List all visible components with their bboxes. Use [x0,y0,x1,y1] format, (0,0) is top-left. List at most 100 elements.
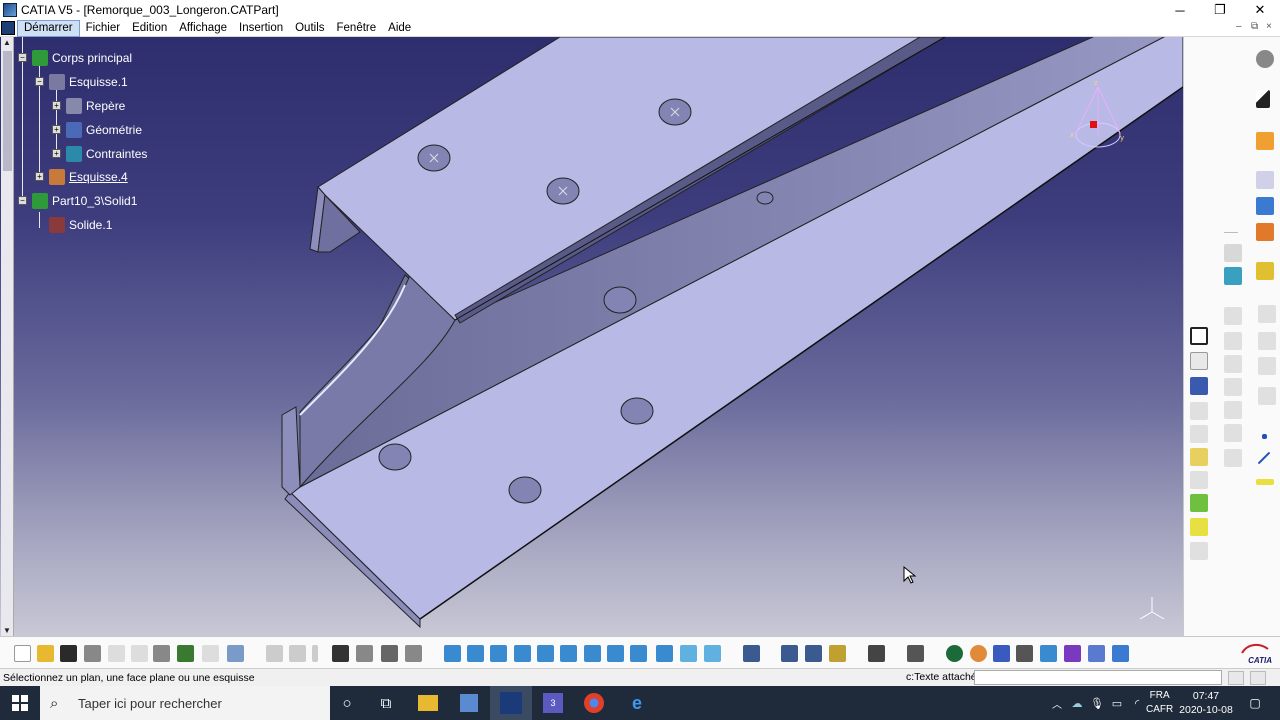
menu-fichier[interactable]: Fichier [80,20,127,37]
formula-icon[interactable] [266,645,283,662]
new-icon[interactable] [14,645,31,662]
teams-icon[interactable]: 3 [543,693,563,713]
list-icon[interactable] [1088,645,1105,662]
open-icon[interactable] [37,645,54,662]
pad-icon[interactable] [1256,223,1274,241]
target-icon[interactable] [1224,424,1242,442]
scrollbar-thumb[interactable] [3,51,12,171]
command-input[interactable] [974,670,1222,685]
chrome-icon[interactable] [584,693,604,713]
expand-toggle[interactable]: + [52,125,61,134]
scroll-up-arrow-icon[interactable]: ▲ [3,38,11,47]
expand-toggle[interactable]: + [52,101,61,110]
tree-node-contraintes[interactable]: Contraintes [66,143,147,165]
select-arrow-icon[interactable] [1256,90,1270,108]
hide-show-icon[interactable] [680,645,697,662]
cube-view-icon[interactable] [1040,645,1057,662]
orbit-icon[interactable] [514,645,531,662]
start-button[interactable] [0,686,40,720]
print-icon[interactable] [84,645,101,662]
rib-icon[interactable] [1190,327,1208,345]
tree-node-geometrie[interactable]: Géométrie [66,119,142,141]
collapse-toggle[interactable]: − [18,196,27,205]
thickness-icon[interactable] [1190,448,1208,466]
redo-icon[interactable] [202,645,219,662]
remove-loft-icon[interactable] [1190,425,1208,443]
point-icon[interactable] [1262,434,1267,439]
hand-icon[interactable] [970,645,987,662]
taskbar-search-box[interactable]: ⌕ Taper ici pour rechercher [40,686,330,720]
edge-icon[interactable]: e [626,692,648,714]
expand-toggle[interactable]: + [35,172,44,181]
mdi-close-button[interactable]: × [1266,21,1272,32]
plane-icon[interactable] [1256,479,1274,485]
tree-node-solide-1[interactable]: Solide.1 [49,214,112,236]
copy-icon[interactable] [131,645,148,662]
multi-view-icon[interactable] [607,645,624,662]
battery-icon[interactable]: ▭ [1106,692,1128,714]
menu-edition[interactable]: Edition [126,20,173,37]
chamfer-icon[interactable] [1224,355,1242,373]
sync-icon[interactable] [946,645,963,662]
tree-node-corps-principal[interactable]: Corps principal [32,47,132,69]
table-icon[interactable] [332,645,349,662]
numeric-icon[interactable] [1016,645,1033,662]
collapse-toggle[interactable]: − [35,77,44,86]
language-indicator[interactable]: FRA CAFR [1146,689,1173,717]
cut-icon[interactable] [108,645,125,662]
boolean-icon[interactable] [1258,305,1276,323]
cortana-icon[interactable]: ○ [336,692,358,714]
task-view-icon[interactable]: ⧉ [375,692,397,714]
graph-icon[interactable] [356,645,373,662]
wifi-icon[interactable]: ◜ [1126,692,1148,714]
slot-icon[interactable] [1190,352,1208,370]
minimize-button[interactable]: ─ [1160,0,1200,20]
knowledge-icon[interactable] [289,645,306,662]
status-button-1[interactable] [1228,671,1244,685]
tree-node-esquisse-4[interactable]: Esquisse.4 [49,166,128,188]
restore-button[interactable]: ❐ [1200,0,1240,20]
grid-icon[interactable] [1258,357,1276,375]
collapse-toggle[interactable]: − [18,53,27,62]
microphone-icon[interactable]: 🎙 [1086,692,1108,714]
draft-icon[interactable] [1190,518,1208,536]
close-button[interactable]: ✕ [1240,0,1280,20]
notifications-icon[interactable]: ▢ [1244,692,1266,714]
show-hidden-icons-icon[interactable]: ︿ [1046,692,1068,714]
measure-between-icon[interactable] [781,645,798,662]
capture-icon[interactable] [868,645,885,662]
mirror-icon[interactable] [1224,378,1242,396]
pattern-icon[interactable] [1224,401,1242,419]
split-icon[interactable] [1190,542,1208,560]
menu-demarrer[interactable]: Démarrer [17,19,80,37]
menu-outils[interactable]: Outils [289,20,330,37]
reference-icon[interactable] [1258,387,1276,405]
mdi-restore-button[interactable]: ⧉ [1251,21,1258,32]
iso-view-icon[interactable] [630,645,647,662]
cube-icon[interactable] [1190,494,1208,512]
whats-this-icon[interactable] [227,645,244,662]
document-menu-icon[interactable] [1,21,15,35]
measure-icon[interactable] [1256,197,1274,215]
rotate-icon[interactable] [490,645,507,662]
sketch-edit-icon[interactable] [1256,132,1274,150]
fillet-icon[interactable] [1224,332,1242,350]
mdi-minimize-button[interactable]: – [1236,21,1242,32]
normal-view-icon[interactable] [584,645,601,662]
inertia-icon[interactable] [829,645,846,662]
tools-icon[interactable] [1064,645,1081,662]
stiffener-icon[interactable] [1190,377,1208,395]
catia-taskbar-icon[interactable] [500,692,522,714]
hole-icon[interactable] [1224,307,1242,325]
update-icon[interactable] [743,645,760,662]
shaft-icon[interactable] [1224,244,1242,262]
menu-fenetre[interactable]: Fenêtre [331,20,383,37]
transform-icon[interactable] [1224,449,1242,467]
menu-insertion[interactable]: Insertion [233,20,289,37]
scroll-down-arrow-icon[interactable]: ▼ [3,626,11,635]
menu-affichage[interactable]: Affichage [173,20,233,37]
tree-node-repere[interactable]: Repère [66,95,125,117]
tree-node-esquisse-1[interactable]: Esquisse.1 [49,71,128,93]
zoom-out-icon[interactable] [560,645,577,662]
layer-icon[interactable] [1112,645,1129,662]
